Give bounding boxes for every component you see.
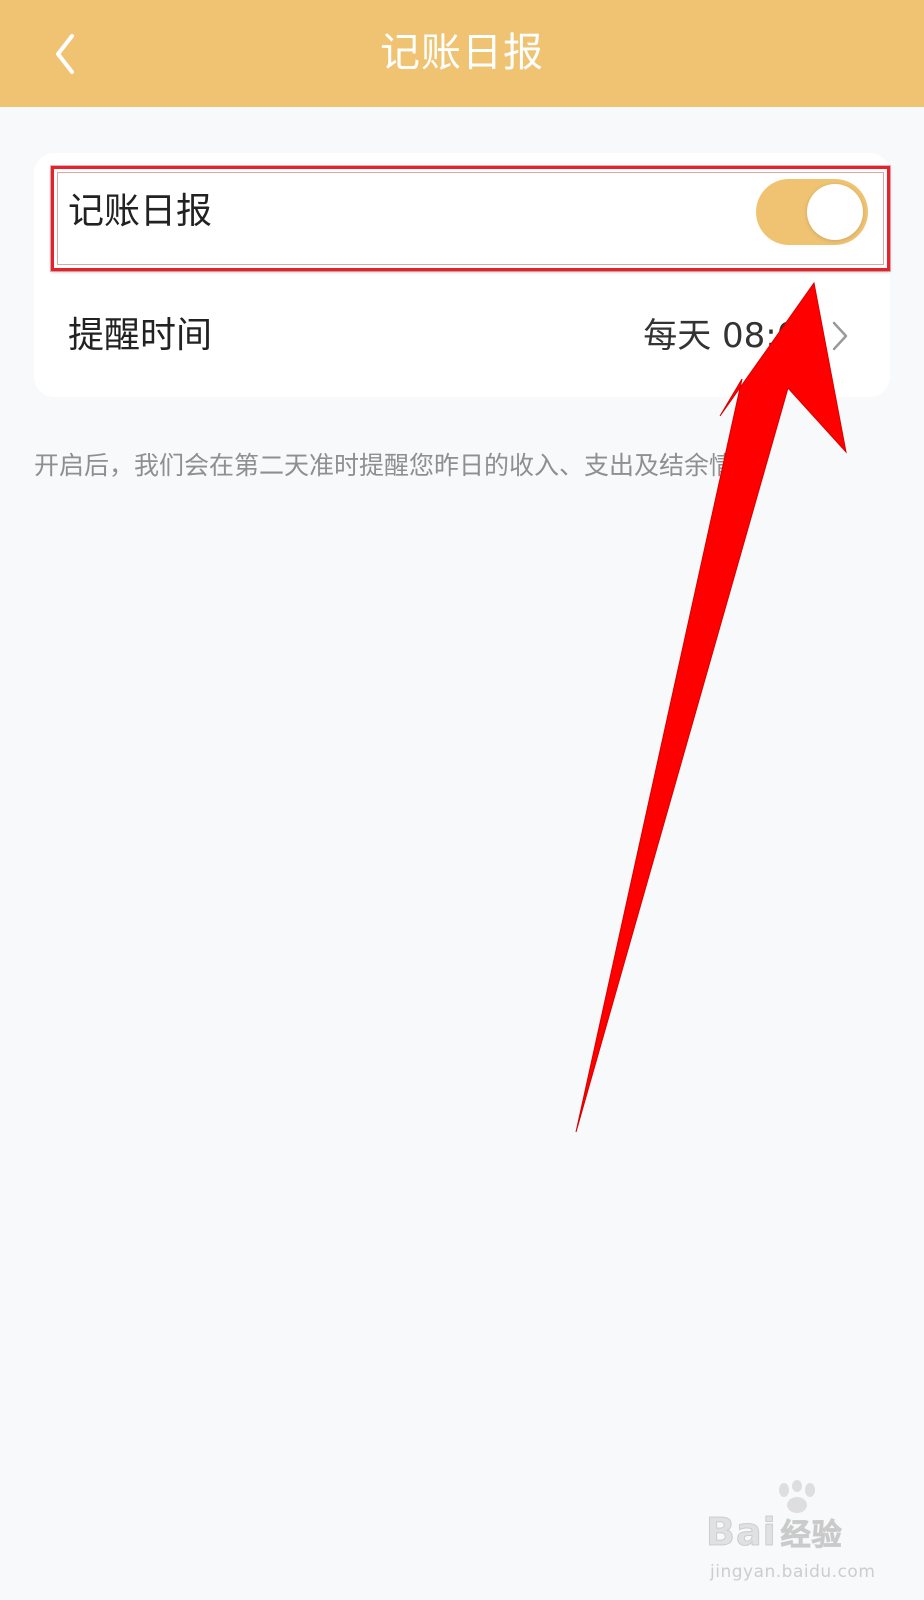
reminder-time-value: 每天 08:00: [643, 316, 820, 356]
paw-icon: [779, 1480, 815, 1513]
hint-text: 开启后，我们会在第二天准时提醒您昨日的收入、支出及结余情况.: [34, 451, 767, 480]
chevron-left-icon: [56, 34, 74, 74]
watermark-brand-suffix: 经验: [780, 1518, 843, 1554]
settings-card: 记账日报 提醒时间 每天 08:00: [34, 153, 890, 397]
reminder-time-label: 提醒时间: [68, 315, 213, 356]
watermark-brand: Bai: [706, 1510, 777, 1555]
watermark-url: jingyan.baidu.com: [710, 1562, 876, 1582]
daily-report-label: 记账日报: [68, 191, 213, 232]
daily-report-row: 记账日报: [34, 153, 890, 275]
reminder-time-row[interactable]: 提醒时间 每天 08:00: [34, 275, 890, 397]
page-title: 记账日报: [380, 30, 544, 76]
toggle-knob: [807, 184, 863, 240]
back-button[interactable]: [40, 22, 100, 86]
app-header: 记账日报: [0, 0, 924, 107]
chevron-right-icon: [832, 321, 848, 351]
daily-report-toggle[interactable]: [756, 179, 868, 245]
baidu-watermark: Bai 经验 jingyan.baidu.com: [706, 1480, 876, 1582]
